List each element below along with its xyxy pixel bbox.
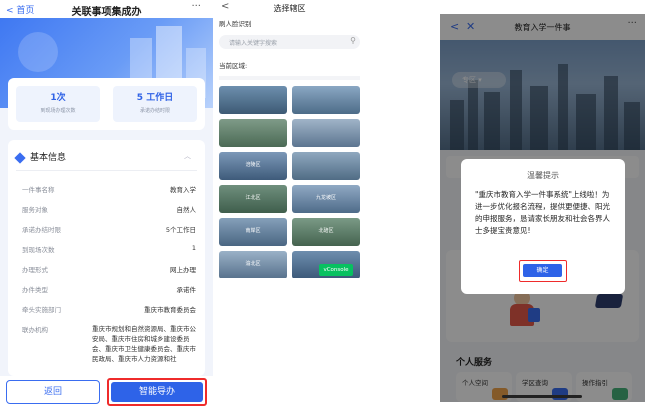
- district-tile[interactable]: [292, 86, 360, 114]
- district-tile-label: 渝北区: [245, 261, 261, 267]
- panel-select-district: < 选择辖区 刷人脸识别 请输入关键字搜索 ⚲ 当前区域: 涪陵区 江北区 九龙坡区…: [219, 0, 360, 278]
- info-value: 教育入学: [170, 186, 196, 194]
- banner-decoration: [18, 32, 58, 72]
- top-nav: < 首页 关联事项集成办 ···: [0, 0, 213, 18]
- district-tile-label: 江北区: [245, 195, 261, 201]
- stat-value: 1次: [50, 93, 66, 103]
- district-tile-label: 南岸区: [245, 228, 261, 234]
- district-tile[interactable]: [292, 119, 360, 147]
- search-placeholder: 请输入关键字搜索: [229, 40, 278, 47]
- diamond-icon: [14, 151, 26, 164]
- stat-deadline: 5 工作日 承诺办结时限: [113, 86, 197, 122]
- notice-dialog: 温馨提示 "重庆市教育入学一件事系统"上线啦！为进一步优化报名流程，提供更便捷、…: [461, 159, 625, 294]
- district-tile[interactable]: [219, 86, 287, 114]
- info-value: 自然人: [176, 206, 197, 214]
- panel-item-detail: < 首页 关联事项集成办 ··· 1次 到现场办理次数 5 工作日 承诺办结时限…: [0, 0, 213, 408]
- chevron-up-icon[interactable]: ︿: [184, 151, 191, 161]
- page-title: 关联事项集成办: [71, 7, 142, 18]
- card-header[interactable]: 基本信息: [14, 150, 67, 164]
- district-tile[interactable]: 涪陵区: [219, 152, 287, 180]
- info-key: 办理形式: [22, 266, 48, 274]
- stat-visits: 1次 到现场办理次数: [16, 86, 100, 122]
- info-value: 5个工作日: [165, 226, 196, 234]
- current-area-label: 当前区域:: [219, 62, 248, 70]
- district-tile-label: 涪陵区: [245, 162, 261, 168]
- info-key: 办件类型: [22, 286, 48, 294]
- divider: [219, 76, 360, 80]
- info-value: 承诺件: [176, 286, 197, 294]
- info-value: 1: [191, 244, 196, 252]
- district-tile-label: 九龙坡区: [315, 195, 336, 201]
- search-icon: ⚲: [350, 36, 356, 45]
- district-tile[interactable]: 江北区: [219, 185, 287, 213]
- stat-value: 5 工作日: [136, 93, 174, 103]
- info-key: 联办机构: [22, 326, 48, 334]
- info-value: 重庆市规划和自然资源局、重庆市公安局、重庆市住房和城乡建设委员会、重庆市卫生健康…: [92, 325, 196, 363]
- home-indicator: [502, 395, 582, 398]
- district-tile[interactable]: [292, 152, 360, 180]
- card-title: 基本信息: [30, 153, 67, 163]
- vconsole-button[interactable]: vConsole: [319, 264, 353, 276]
- info-key: 牵头实施部门: [22, 306, 61, 314]
- info-key: 一件事名称: [22, 186, 55, 194]
- page-title: 选择辖区: [273, 4, 306, 13]
- info-key: 到现场次数: [22, 246, 55, 254]
- district-tile-label: 北碚区: [318, 228, 334, 234]
- info-value: 网上办理: [170, 266, 196, 274]
- back-button[interactable]: 返回: [6, 380, 100, 404]
- info-key: 承诺办结时限: [22, 226, 61, 234]
- highlight-box: 智能导办: [107, 378, 207, 406]
- dialog-message: "重庆市教育入学一件事系统"上线啦！为进一步优化报名流程，提供更便捷、阳光的申报…: [475, 190, 610, 235]
- district-tile[interactable]: 九龙坡区: [292, 185, 360, 213]
- panel-education-home: < ✕ 教育入学一件事 ··· 专区 ▾ 个人服务 个人空间 学区查询 操作指引…: [440, 14, 645, 402]
- district-tile[interactable]: [219, 119, 287, 147]
- face-recognition-label[interactable]: 刷人脸识别: [219, 18, 252, 28]
- confirm-button[interactable]: 确定: [523, 264, 562, 277]
- more-icon[interactable]: ···: [191, 1, 201, 12]
- stat-label: 到现场办理次数: [40, 108, 76, 114]
- divider: [16, 170, 197, 171]
- stat-label: 承诺办结时限: [139, 108, 170, 114]
- bottom-action-bar: 返回 智能导办: [0, 376, 213, 408]
- basic-info-card: 基本信息 ︿ 一件事名称 教育入学 服务对象 自然人 承诺办结时限 5个工作日 到现场…: [8, 140, 205, 376]
- search-input[interactable]: 请输入关键字搜索 ⚲: [219, 35, 360, 49]
- district-tile[interactable]: 北碚区: [292, 218, 360, 246]
- screenshot-stage: < 首页 关联事项集成办 ··· 1次 到现场办理次数 5 工作日 承诺办结时限…: [0, 0, 649, 408]
- stats-card: 1次 到现场办理次数 5 工作日 承诺办结时限: [8, 78, 205, 130]
- smart-guide-button[interactable]: 智能导办: [111, 382, 203, 402]
- district-tile[interactable]: 南岸区: [219, 218, 287, 246]
- info-key: 服务对象: [22, 206, 48, 214]
- info-value: 重庆市教育委员会: [144, 306, 196, 314]
- highlight-box: 确定: [519, 260, 567, 282]
- district-tile[interactable]: 渝北区: [219, 251, 287, 278]
- dialog-title: 温馨提示: [527, 171, 559, 180]
